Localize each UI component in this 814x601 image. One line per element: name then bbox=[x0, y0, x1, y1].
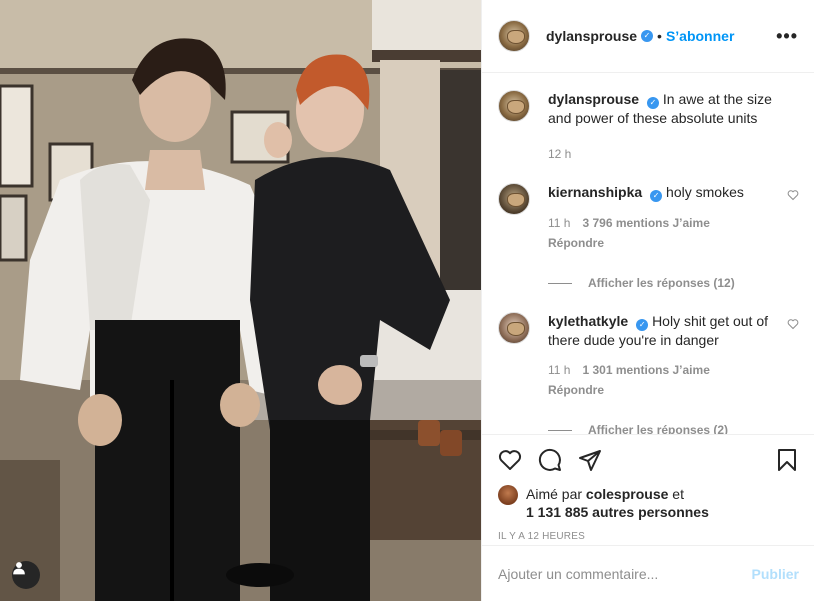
comments-list: dylansprouse ✓ In awe at the size and pow… bbox=[482, 74, 814, 434]
likes-count[interactable]: 1 131 885 autres personnes bbox=[526, 504, 709, 520]
caption: dylansprouse ✓ In awe at the size and pow… bbox=[498, 90, 799, 163]
caption-meta: 12 h bbox=[548, 145, 788, 163]
post-actions: Aimé par colesprouse et 1 131 885 autres… bbox=[482, 434, 814, 542]
follow-button[interactable]: S’abonner bbox=[666, 28, 734, 44]
reply-button[interactable]: Répondre bbox=[548, 381, 788, 399]
add-comment-bar: Publier bbox=[482, 545, 814, 601]
view-replies-button[interactable]: Afficher les réponses (2) bbox=[548, 423, 799, 434]
likes-summary: Aimé par colesprouse et 1 131 885 autres… bbox=[498, 485, 799, 521]
bookmark-icon[interactable] bbox=[775, 448, 799, 472]
comment-avatar[interactable] bbox=[498, 183, 530, 215]
user-tag-button[interactable] bbox=[12, 561, 40, 589]
liker-avatar[interactable] bbox=[498, 485, 518, 505]
comment-avatar[interactable] bbox=[498, 312, 530, 344]
verified-icon: ✓ bbox=[647, 97, 660, 109]
comment-time[interactable]: 11 h bbox=[548, 214, 570, 232]
post-container: dylansprouse ✓ • S’abonner ••• dylanspro… bbox=[0, 0, 814, 601]
reply-button[interactable]: Répondre bbox=[548, 234, 788, 252]
comment-input[interactable] bbox=[498, 565, 752, 582]
likes-conj: et bbox=[672, 486, 684, 502]
author-avatar[interactable] bbox=[498, 20, 530, 52]
action-icons bbox=[498, 435, 799, 485]
post-panel: dylansprouse ✓ • S’abonner ••• dylanspro… bbox=[481, 0, 814, 601]
comment-like-heart-icon[interactable] bbox=[787, 189, 799, 201]
comment-meta: 11 h 3 796 mentions J’aime bbox=[548, 214, 788, 232]
liker-username[interactable]: colesprouse bbox=[586, 486, 668, 502]
author-username[interactable]: dylansprouse bbox=[546, 28, 637, 44]
caption-time[interactable]: 12 h bbox=[548, 145, 571, 163]
verified-icon: ✓ bbox=[636, 319, 649, 331]
view-replies-label[interactable]: Afficher les réponses (12) bbox=[588, 276, 735, 290]
comment-item: kylethatkyle ✓ Holy shit get out of there… bbox=[498, 312, 799, 399]
comment-body: kiernanshipka ✓ holy smokes 11 h 3 796 me… bbox=[548, 183, 788, 252]
comment-like-heart-icon[interactable] bbox=[787, 318, 799, 330]
comment-username[interactable]: kiernanshipka bbox=[548, 184, 642, 200]
heart-icon[interactable] bbox=[498, 448, 522, 472]
comment-likes[interactable]: 3 796 mentions J’aime bbox=[582, 214, 709, 232]
caption-body: dylansprouse ✓ In awe at the size and pow… bbox=[548, 90, 788, 163]
verified-icon: ✓ bbox=[641, 30, 654, 42]
separator-dot: • bbox=[657, 28, 662, 44]
post-timestamp[interactable]: IL Y A 12 HEURES bbox=[498, 531, 799, 542]
replies-divider bbox=[548, 429, 572, 431]
view-replies-button[interactable]: Afficher les réponses (12) bbox=[548, 276, 799, 290]
post-photo[interactable] bbox=[0, 0, 481, 601]
user-tag-icon bbox=[13, 562, 25, 575]
comment-username[interactable]: kylethatkyle bbox=[548, 313, 628, 329]
comment-body: kylethatkyle ✓ Holy shit get out of there… bbox=[548, 312, 788, 399]
likes-text: Aimé par colesprouse et 1 131 885 autres… bbox=[526, 485, 709, 521]
post-header: dylansprouse ✓ • S’abonner ••• bbox=[482, 0, 814, 73]
photo-illustration bbox=[0, 0, 481, 601]
verified-icon: ✓ bbox=[650, 190, 663, 202]
more-options-icon[interactable]: ••• bbox=[776, 26, 798, 47]
comment-item: kiernanshipka ✓ holy smokes 11 h 3 796 me… bbox=[498, 183, 799, 252]
likes-prefix: Aimé par bbox=[526, 486, 583, 502]
comment-text: holy smokes bbox=[666, 184, 744, 200]
comment-meta: 11 h 1 301 mentions J’aime bbox=[548, 361, 788, 379]
caption-avatar[interactable] bbox=[498, 90, 530, 122]
comment-likes[interactable]: 1 301 mentions J’aime bbox=[582, 361, 709, 379]
comment-icon[interactable] bbox=[538, 448, 562, 472]
publish-button[interactable]: Publier bbox=[752, 566, 799, 582]
replies-divider bbox=[548, 282, 572, 284]
view-replies-label[interactable]: Afficher les réponses (2) bbox=[588, 423, 728, 434]
caption-username[interactable]: dylansprouse bbox=[548, 91, 639, 107]
comment-time[interactable]: 11 h bbox=[548, 361, 570, 379]
share-icon[interactable] bbox=[578, 448, 602, 472]
